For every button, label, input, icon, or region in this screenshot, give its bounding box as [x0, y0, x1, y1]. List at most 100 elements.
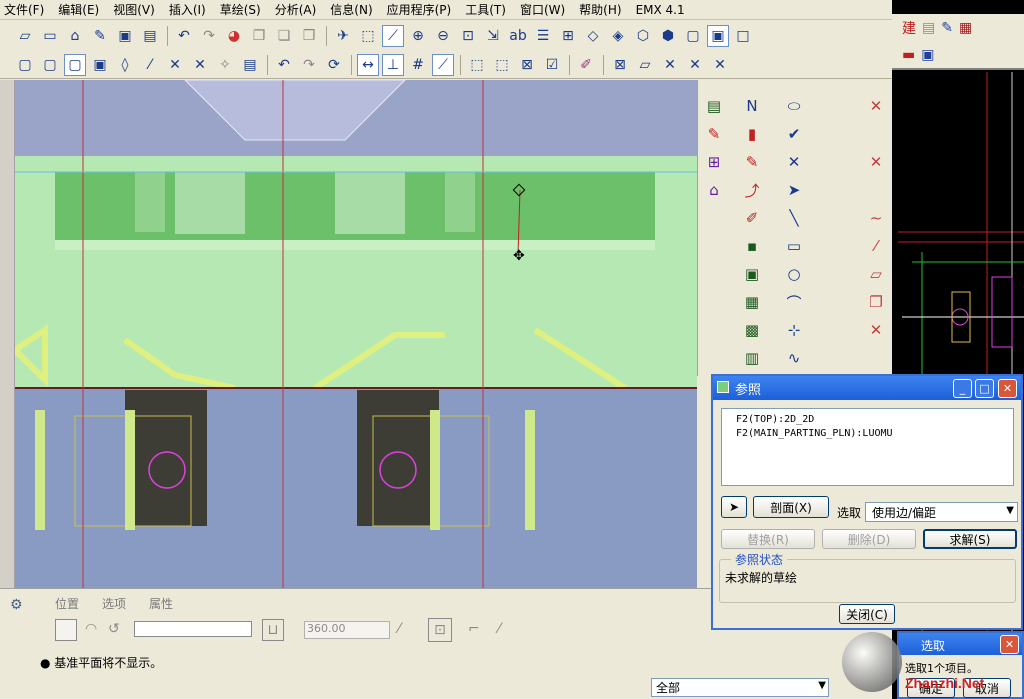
mirror-icon[interactable]: ✕: [866, 320, 886, 340]
menu-insert[interactable]: 插入(I): [169, 1, 206, 18]
view-manager-icon[interactable]: ⊞: [557, 25, 579, 47]
angle-input[interactable]: 360.00: [304, 621, 390, 639]
cube-icon[interactable]: ▢: [682, 25, 704, 47]
thickness-icon[interactable]: ⊔: [262, 619, 284, 641]
reference-list[interactable]: F2(TOP):2D_2D F2(MAIN_PARTING_PLN):LUOMU: [721, 408, 1014, 486]
box-red-icon[interactable]: ▬: [902, 47, 915, 63]
open-folder-icon[interactable]: ⌂: [64, 25, 86, 47]
select-arrow-button[interactable]: ➤: [721, 496, 747, 518]
relation-icon[interactable]: ⊞: [704, 152, 724, 172]
rotate-icon[interactable]: ↺: [108, 621, 120, 637]
flag-icon[interactable]: ◠: [85, 621, 97, 637]
hidden-line-icon[interactable]: ▢: [39, 54, 61, 76]
save-icon[interactable]: ▣: [114, 25, 136, 47]
palette-icon[interactable]: ✐: [575, 54, 597, 76]
trim-x-icon[interactable]: ✕: [866, 96, 886, 116]
menu-emx[interactable]: EMX 4.1: [636, 3, 685, 17]
parallelogram-icon[interactable]: ▱: [866, 264, 886, 284]
modify-icon[interactable]: ▮: [742, 124, 762, 144]
shade-icon[interactable]: ▣: [707, 25, 729, 47]
plane-display-icon[interactable]: ◊: [114, 54, 136, 76]
orient-icon[interactable]: ⇲: [482, 25, 504, 47]
print-icon[interactable]: ▤: [139, 25, 161, 47]
paste-special-icon[interactable]: ❒: [298, 25, 320, 47]
done-check-icon[interactable]: ✔: [784, 124, 804, 144]
close-button[interactable]: 关闭(C): [839, 604, 895, 624]
centerline-icon[interactable]: ⊹: [784, 320, 804, 340]
menu-file[interactable]: 文件(F): [4, 1, 44, 18]
select-arrow-icon[interactable]: ➤: [784, 180, 804, 200]
paste-icon[interactable]: ❏: [273, 25, 295, 47]
menu-edit[interactable]: 编辑(E): [58, 1, 99, 18]
close-icon[interactable]: ✕: [1000, 635, 1019, 654]
tab-options[interactable]: 选项: [102, 595, 126, 612]
build-icon[interactable]: 建: [902, 18, 916, 38]
csys-icon[interactable]: ⬢: [657, 25, 679, 47]
slash-tool-icon[interactable]: ⁄: [498, 621, 500, 637]
close-icon[interactable]: ✕: [998, 379, 1017, 398]
new-sketch-icon[interactable]: N: [742, 96, 762, 116]
edit-dim-icon[interactable]: ✎: [704, 124, 724, 144]
sketch-pen-icon[interactable]: ✎: [941, 20, 953, 36]
spin-center-icon[interactable]: ✧: [214, 54, 236, 76]
palette-tool-icon[interactable]: ▩: [742, 320, 762, 340]
selection-filter[interactable]: 全部 ▼: [651, 678, 829, 697]
regen-icon[interactable]: ✈: [332, 25, 354, 47]
check-icon[interactable]: ☑: [541, 54, 563, 76]
select-all-icon[interactable]: ⬚: [491, 54, 513, 76]
point-icon[interactable]: ▪: [742, 236, 762, 256]
menu-analysis[interactable]: 分析(A): [275, 1, 317, 18]
layers-stack-icon[interactable]: ▤: [922, 20, 935, 36]
zoom-out-icon[interactable]: ⊖: [432, 25, 454, 47]
solve-button[interactable]: 求解(S): [923, 529, 1017, 549]
undo-icon[interactable]: ↶: [173, 25, 195, 47]
minimize-button[interactable]: _: [953, 379, 972, 398]
divide-icon[interactable]: ✕: [709, 54, 731, 76]
quit-x-icon[interactable]: ✕: [784, 152, 804, 172]
dialog-title-bar[interactable]: 参照 _ □ ✕: [713, 376, 1021, 400]
menu-view[interactable]: 视图(V): [113, 1, 155, 18]
dimension-icon[interactable]: ↔: [357, 53, 379, 76]
csys-display-icon[interactable]: ✕: [189, 54, 211, 76]
sketch-icon[interactable]: ⟋: [382, 25, 404, 47]
annotation-icon[interactable]: ▤: [239, 54, 261, 76]
grid-icon[interactable]: #: [407, 54, 429, 76]
angle-direction-icon[interactable]: ⊡: [428, 618, 452, 642]
redo-icon[interactable]: ↷: [198, 25, 220, 47]
shading-icon[interactable]: ▣: [89, 54, 111, 76]
wireframe-icon[interactable]: ▢: [14, 54, 36, 76]
constrain-tool-icon[interactable]: ▦: [742, 292, 762, 312]
list-item[interactable]: F2(MAIN_PARTING_PLN):LUOMU: [736, 427, 999, 441]
grid-color-icon[interactable]: ▦: [959, 20, 972, 36]
layers-icon[interactable]: ☰: [532, 25, 554, 47]
no-hidden-icon[interactable]: ▢: [64, 53, 86, 76]
fillet-icon[interactable]: ✎: [742, 152, 762, 172]
trim-icon[interactable]: ✕: [659, 54, 681, 76]
cube-outline-icon[interactable]: □: [732, 25, 754, 47]
wave-icon[interactable]: ∼: [866, 208, 886, 228]
left-collapse-strip[interactable]: [0, 80, 15, 588]
menu-tools[interactable]: 工具(T): [465, 1, 506, 18]
pen-icon[interactable]: ✐: [742, 208, 762, 228]
copy-icon[interactable]: ❐: [248, 25, 270, 47]
edit-icon[interactable]: ▱: [634, 54, 656, 76]
select-box-icon[interactable]: ⊠: [516, 54, 538, 76]
text-tool-icon[interactable]: ▥: [742, 348, 762, 368]
tab-placement[interactable]: 位置: [55, 595, 79, 612]
menu-window[interactable]: 窗口(W): [520, 1, 565, 18]
undo-icon[interactable]: ↶: [273, 54, 295, 76]
delete-button[interactable]: 删除(D): [822, 529, 916, 549]
flip-icon[interactable]: ⁄: [398, 621, 400, 637]
regen-icon[interactable]: ⟳: [323, 54, 345, 76]
select-icon[interactable]: ⬚: [466, 54, 488, 76]
list-item[interactable]: F2(TOP):2D_2D: [736, 413, 999, 427]
replace-button[interactable]: 替换(R): [721, 529, 815, 549]
menu-applications[interactable]: 应用程序(P): [387, 1, 452, 18]
arc-icon[interactable]: ⌒: [784, 292, 804, 312]
sketch-plane-icon[interactable]: [55, 619, 77, 641]
brush-icon[interactable]: ✎: [89, 25, 111, 47]
curve-icon[interactable]: ∿: [784, 348, 804, 368]
graphics-canvas[interactable]: ✥: [15, 80, 697, 588]
menu-help[interactable]: 帮助(H): [579, 1, 621, 18]
delete-icon[interactable]: ✕: [684, 54, 706, 76]
